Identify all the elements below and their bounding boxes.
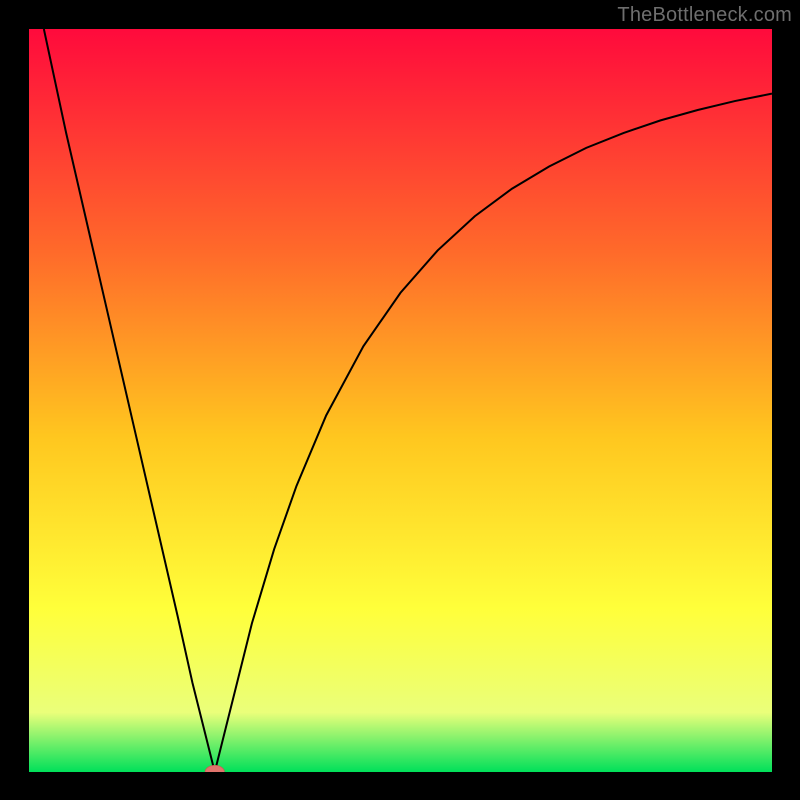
gradient-background xyxy=(29,29,772,772)
chart-svg xyxy=(29,29,772,772)
watermark-text: TheBottleneck.com xyxy=(617,4,792,27)
plot-area xyxy=(29,29,772,772)
chart-stage: TheBottleneck.com xyxy=(0,0,800,800)
